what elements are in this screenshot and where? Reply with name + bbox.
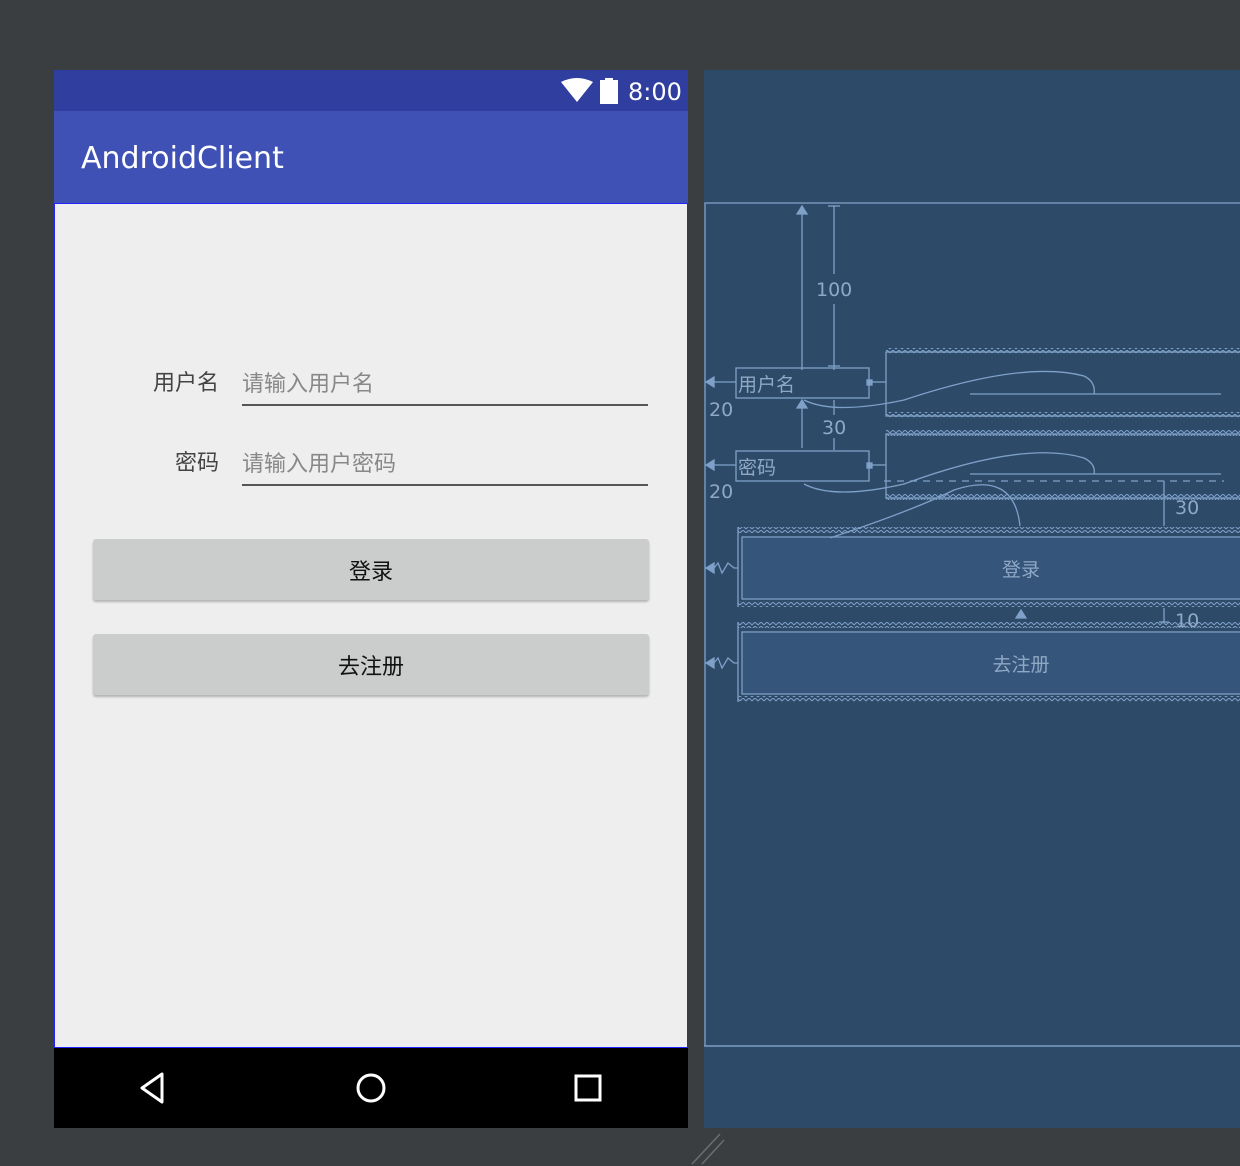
blueprint-margin-fields: 30: [822, 417, 846, 439]
recents-square-icon[interactable]: [568, 1068, 608, 1108]
blueprint-margin-buttons: 10: [1175, 610, 1199, 632]
blueprint-username-input: [885, 351, 1240, 417]
blueprint-canvas: 100 20 30 20 30 10 用户名 密码 登录 去注册: [704, 202, 1240, 1047]
blueprint-password-text: 密码: [738, 457, 776, 479]
username-label: 用户名: [152, 371, 219, 396]
app-title: AndroidClient: [81, 141, 284, 176]
register-button[interactable]: 去注册: [93, 634, 649, 695]
navigation-bar: [54, 1048, 688, 1128]
blueprint-margin-below-password: 30: [1175, 497, 1199, 519]
blueprint-register-text: 去注册: [992, 654, 1049, 676]
blueprint-username-text: 用户名: [738, 374, 795, 396]
blueprint-margin-left-password: 20: [709, 481, 733, 503]
password-input[interactable]: [242, 444, 648, 486]
blueprint-login-text: 登录: [1002, 559, 1040, 581]
blueprint-margin-top: 100: [816, 279, 852, 301]
status-bar: 8:00: [54, 70, 688, 111]
status-time: 8:00: [628, 78, 682, 106]
blueprint-preview: 100 20 30 20 30 10 用户名 密码 登录 去注册: [704, 70, 1240, 1128]
app-bar: AndroidClient: [54, 111, 688, 203]
login-button[interactable]: 登录: [93, 539, 649, 600]
blueprint-margin-left-username: 20: [709, 399, 733, 421]
wifi-icon: [561, 78, 593, 102]
layout-content: 用户名 密码 登录 去注册: [54, 203, 688, 1048]
username-input[interactable]: [242, 364, 648, 406]
blueprint-password-input: [885, 433, 1240, 499]
back-triangle-icon[interactable]: [134, 1068, 174, 1108]
home-circle-icon[interactable]: [351, 1068, 391, 1108]
resize-handle-icon[interactable]: [690, 1130, 726, 1166]
password-label: 密码: [174, 451, 219, 476]
battery-icon: [600, 78, 618, 104]
design-preview: 8:00 AndroidClient 用户名 密码 登录 去注册: [54, 70, 688, 1128]
